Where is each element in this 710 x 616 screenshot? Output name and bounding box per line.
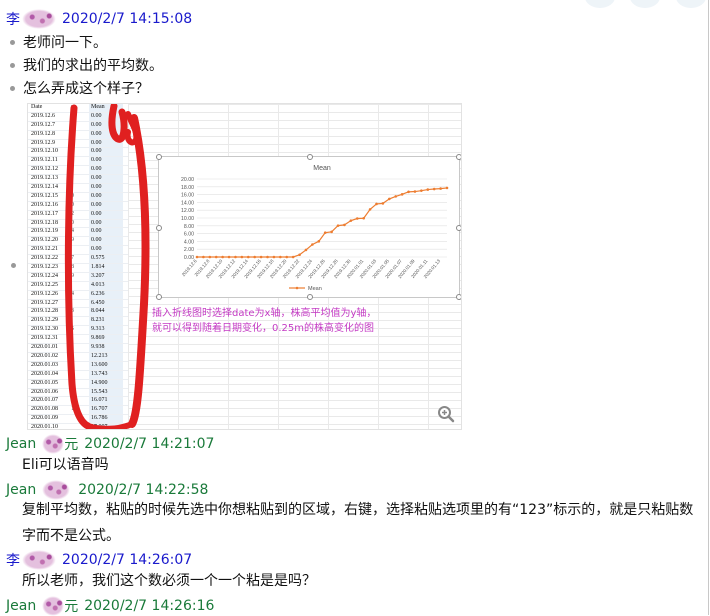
data-point bbox=[291, 255, 295, 259]
data-point bbox=[362, 216, 365, 220]
message-text: 怎么弄成这个样子？ bbox=[23, 81, 149, 97]
message-line: 怎么弄成这个样子？ bbox=[10, 78, 149, 98]
bullet-icon bbox=[11, 263, 16, 268]
data-point bbox=[221, 255, 224, 259]
message-header: Jean 元 2020/2/7 14:21:07 bbox=[6, 434, 214, 454]
chart-svg: Mean0.002.004.006.008.0010.0012.0014.001… bbox=[181, 165, 449, 292]
top-decoration bbox=[676, 0, 706, 8]
avatar-scribble-icon bbox=[42, 434, 65, 454]
data-point bbox=[214, 255, 218, 259]
message-line: 复制平均数，粘贴的时候先选中你想粘贴到的区域，右键，选择粘贴选项里的有“123”… bbox=[22, 502, 694, 518]
sender-name-suffix: 元 bbox=[64, 437, 79, 453]
data-point bbox=[336, 224, 340, 227]
data-point bbox=[375, 202, 378, 206]
data-point bbox=[298, 253, 301, 257]
zoom-in-icon[interactable] bbox=[437, 405, 455, 423]
avatar-scribble-icon bbox=[42, 596, 65, 616]
message-line: 字而不是公式。 bbox=[22, 528, 120, 544]
data-point bbox=[266, 255, 269, 259]
sender-name[interactable]: Jean bbox=[6, 436, 36, 452]
data-point bbox=[349, 219, 353, 222]
resize-handle[interactable] bbox=[307, 154, 313, 160]
data-point bbox=[195, 255, 199, 259]
bullet-icon bbox=[10, 62, 15, 68]
sender-name[interactable]: Jean bbox=[6, 482, 36, 498]
message-text: 所以老师，我们这个数必须一个一个粘是是吗？ bbox=[22, 573, 316, 589]
chart-title: Mean bbox=[313, 165, 331, 172]
sender-name[interactable]: Jean bbox=[6, 598, 36, 614]
legend-label: Mean bbox=[308, 286, 322, 292]
data-point bbox=[343, 223, 346, 227]
timestamp: 2020/2/7 14:15:08 bbox=[62, 11, 193, 27]
resize-handle[interactable] bbox=[456, 294, 461, 300]
timestamp: 2020/2/7 14:26:16 bbox=[84, 598, 215, 614]
top-decoration bbox=[630, 0, 660, 8]
message-header: 李 2020/2/7 14:15:08 bbox=[6, 9, 192, 29]
avatar-scribble-icon bbox=[22, 550, 56, 570]
sender-name[interactable]: 李 bbox=[6, 9, 20, 29]
avatar-scribble-icon bbox=[22, 9, 56, 29]
bullet-icon bbox=[10, 85, 15, 91]
data-point bbox=[285, 255, 289, 259]
data-point bbox=[202, 255, 205, 259]
data-point bbox=[330, 230, 333, 234]
message-line: 我们的求出的平均数。 bbox=[10, 55, 163, 75]
annotation-line: 就可以得到随着日期变化，0.25m的株高变化的图 bbox=[152, 323, 375, 334]
data-point bbox=[227, 255, 231, 259]
data-point bbox=[279, 255, 282, 259]
message-line: 老师问一下。 bbox=[10, 32, 107, 52]
data-point bbox=[439, 187, 442, 190]
data-point bbox=[381, 202, 385, 205]
resize-handle[interactable] bbox=[456, 225, 461, 231]
sender-name[interactable]: 李 bbox=[6, 550, 20, 570]
message-text: 老师问一下。 bbox=[23, 35, 107, 51]
data-point bbox=[304, 248, 308, 252]
attached-image[interactable]: Date ys Mean 2019.12.6 0.00 2019.12.7 0.00 2… bbox=[27, 103, 462, 430]
data-point bbox=[432, 187, 436, 191]
data-point bbox=[413, 190, 417, 193]
timestamp: 2020/2/7 14:21:07 bbox=[84, 436, 215, 452]
data-point bbox=[323, 231, 327, 234]
bullet-icon bbox=[10, 39, 15, 45]
data-point bbox=[259, 255, 263, 259]
chart-annotation: 插入折线图时选择date为x轴，株高平均值为y轴， 就可以得到随着日期变化，0.… bbox=[152, 306, 452, 336]
resize-handle[interactable] bbox=[307, 294, 313, 300]
message-header: Jean 元 2020/2/7 14:26:16 bbox=[6, 596, 214, 616]
data-point bbox=[246, 255, 250, 259]
data-point bbox=[400, 193, 404, 196]
data-point bbox=[240, 255, 244, 259]
data-point bbox=[407, 190, 410, 194]
message-text: Eli可以语音吗 bbox=[22, 457, 109, 473]
legend-marker bbox=[295, 286, 299, 290]
message-text: 复制平均数，粘贴的时候先选中你想粘贴到的区域，右键，选择粘贴选项里的有“123”… bbox=[22, 497, 706, 549]
chat-window: 李 2020/2/7 14:15:08 老师问一下。 我们的求出的平均数。 怎么… bbox=[0, 0, 709, 616]
data-point bbox=[445, 186, 449, 190]
message-text: 我们的求出的平均数。 bbox=[23, 58, 163, 74]
data-point bbox=[208, 255, 212, 259]
top-decoration bbox=[585, 0, 615, 8]
resize-handle[interactable] bbox=[456, 154, 461, 160]
sender-name-suffix: 元 bbox=[64, 599, 79, 615]
red-scribble bbox=[64, 104, 150, 429]
message-header: 李 2020/2/7 14:26:07 bbox=[6, 550, 192, 570]
data-point bbox=[394, 195, 398, 198]
annotation-line: 插入折线图时选择date为x轴，株高平均值为y轴， bbox=[152, 308, 377, 319]
data-point bbox=[272, 255, 276, 259]
data-point bbox=[420, 189, 423, 192]
data-point bbox=[311, 243, 314, 246]
data-point bbox=[317, 240, 321, 243]
data-point bbox=[355, 217, 359, 220]
timestamp: 2020/2/7 14:26:07 bbox=[62, 552, 193, 568]
data-point bbox=[426, 188, 430, 191]
timestamp: 2020/2/7 14:22:58 bbox=[78, 482, 209, 498]
data-point bbox=[234, 255, 237, 259]
series-line bbox=[197, 187, 448, 258]
line-chart: Mean 0.00 2.00 4.00 6.00 8.00 10.00 12.00 14.00 1… bbox=[156, 154, 461, 300]
data-point bbox=[368, 208, 372, 211]
data-point bbox=[388, 197, 391, 201]
data-point bbox=[253, 255, 256, 259]
